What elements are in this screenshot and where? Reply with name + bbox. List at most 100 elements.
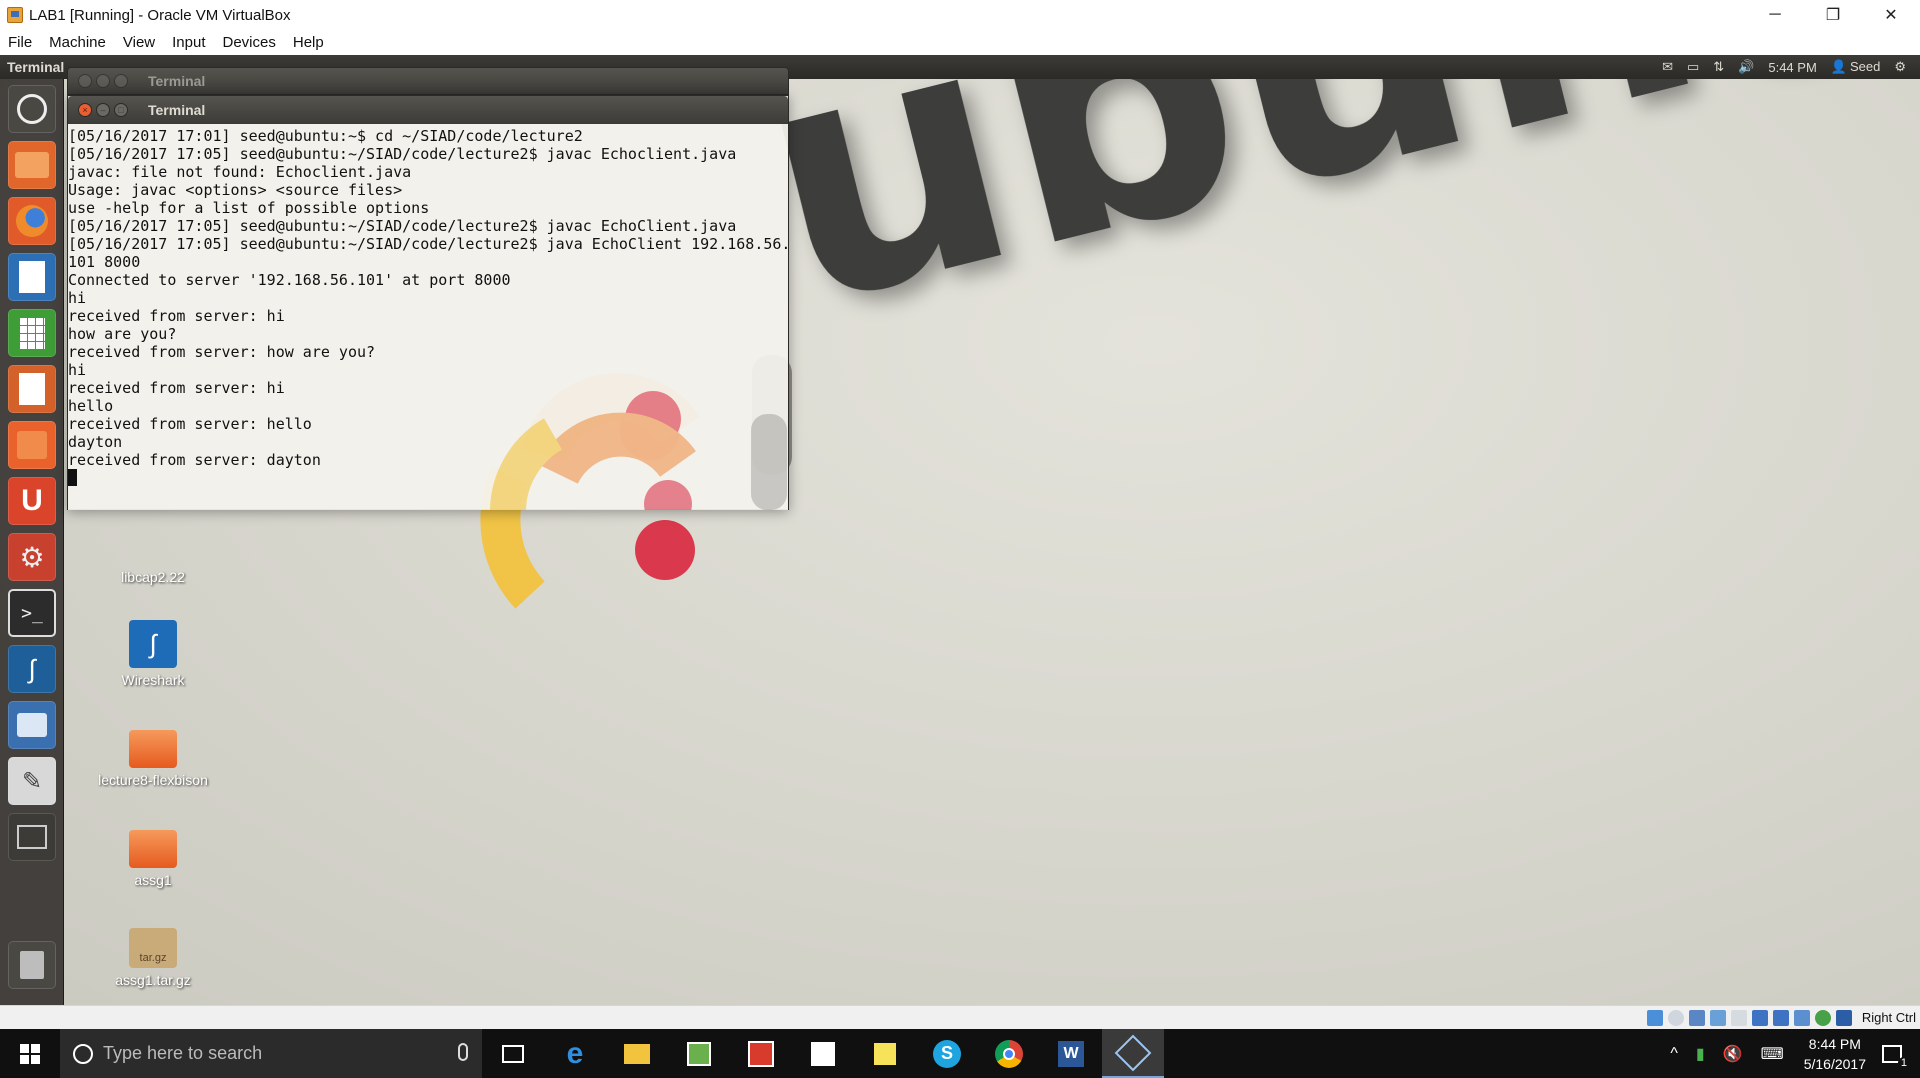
settings-gear-icon[interactable]: ⚙ bbox=[1894, 59, 1906, 75]
terminal-window[interactable]: × – □ Terminal [05/16/2017 17:01] seed@u… bbox=[67, 95, 789, 510]
close-window-icon[interactable]: × bbox=[78, 103, 92, 117]
menu-view[interactable]: View bbox=[123, 34, 155, 51]
cortana-icon bbox=[73, 1043, 93, 1064]
start-button[interactable] bbox=[0, 1029, 60, 1078]
window-buttons bbox=[78, 74, 132, 88]
terminal-output[interactable]: [05/16/2017 17:01] seed@ubuntu:~$ cd ~/S… bbox=[68, 124, 788, 510]
sticky-note-icon bbox=[874, 1042, 896, 1065]
minimize-window-icon[interactable]: – bbox=[96, 103, 110, 117]
calc-launcher-icon[interactable] bbox=[8, 309, 56, 357]
chevron-up-icon[interactable]: ^ bbox=[1670, 1045, 1678, 1063]
taskbar-word[interactable]: W bbox=[1040, 1029, 1102, 1078]
close-window-icon[interactable] bbox=[78, 74, 92, 88]
mouse-integration-icon[interactable] bbox=[1814, 1009, 1831, 1026]
terminal-line: dayton bbox=[68, 433, 123, 451]
terminal-title-bar[interactable]: × – □ Terminal bbox=[68, 96, 788, 124]
audio-icon[interactable] bbox=[1667, 1009, 1684, 1026]
screenshot-launcher-icon[interactable] bbox=[8, 701, 56, 749]
keyboard-capture-icon[interactable] bbox=[1835, 1009, 1852, 1026]
window-title: LAB1 [Running] - Oracle VM VirtualBox bbox=[29, 6, 291, 24]
desktop-icon-label: libcap2.22 bbox=[121, 569, 185, 585]
ubuntu-one-launcher-icon[interactable]: U bbox=[8, 477, 56, 525]
windows-taskbar: Type here to search e S W ^ ▮ 🔇 ⌨ 8:44 P… bbox=[0, 1029, 1920, 1078]
taskbar-search-box[interactable]: Type here to search bbox=[60, 1029, 482, 1078]
virtualbox-menubar: File Machine View Input Devices Help bbox=[0, 30, 1920, 55]
cpu-icon[interactable] bbox=[1793, 1009, 1810, 1026]
store-icon bbox=[811, 1041, 835, 1066]
maximize-window-icon[interactable]: □ bbox=[114, 103, 128, 117]
terminal-line: use -help for a list of possible options bbox=[68, 199, 430, 217]
desktop-icon-libcap[interactable]: libcap2.22 bbox=[88, 565, 218, 585]
minimize-window-icon[interactable] bbox=[96, 74, 110, 88]
taskbar-file-explorer[interactable] bbox=[606, 1029, 668, 1078]
menu-input[interactable]: Input bbox=[172, 34, 205, 51]
files-launcher-icon[interactable] bbox=[8, 141, 56, 189]
minimize-button[interactable]: ─ bbox=[1746, 0, 1804, 30]
action-center-button[interactable]: 1 bbox=[1882, 1044, 1910, 1069]
user-indicator[interactable]: 👤 Seed bbox=[1831, 59, 1881, 75]
wireshark-launcher-icon[interactable]: ∫ bbox=[8, 645, 56, 693]
trash-launcher-icon[interactable] bbox=[8, 941, 56, 989]
taskbar-image-app[interactable] bbox=[668, 1029, 730, 1078]
taskbar-edge[interactable]: e bbox=[544, 1029, 606, 1078]
desktop-icon-assg1-tar[interactable]: tar.gz assg1.tar.gz bbox=[88, 920, 218, 988]
terminal-window-background[interactable]: Terminal bbox=[67, 67, 789, 95]
firefox-launcher-icon[interactable] bbox=[8, 197, 56, 245]
menu-file[interactable]: File bbox=[8, 34, 32, 51]
terminal-line: 101 8000 bbox=[68, 253, 141, 271]
network-icon[interactable]: ⇅ bbox=[1713, 59, 1724, 75]
terminal-line: [05/16/2017 17:05] seed@ubuntu:~/SIAD/co… bbox=[68, 235, 788, 253]
menu-devices[interactable]: Devices bbox=[223, 34, 276, 51]
dash-home-button[interactable] bbox=[8, 85, 56, 133]
guest-display[interactable]: ubuntu Terminal ✉ ▭ ⇅ 🔊 5:44 PM 👤Seed ⚙ bbox=[0, 55, 1920, 1005]
topbar-clock[interactable]: 5:44 PM bbox=[1768, 60, 1816, 75]
video-capture-icon[interactable] bbox=[1772, 1009, 1789, 1026]
terminal-launcher-icon[interactable]: >_ bbox=[8, 589, 56, 637]
desktop-icon-assg1[interactable]: assg1 bbox=[88, 820, 218, 888]
user-icon: 👤 bbox=[1830, 59, 1847, 74]
clock-time: 8:44 PM bbox=[1808, 1035, 1861, 1052]
close-button[interactable]: ✕ bbox=[1862, 0, 1920, 30]
optical-drive-icon[interactable] bbox=[1646, 1009, 1663, 1026]
microphone-icon[interactable] bbox=[458, 1043, 468, 1061]
usb-icon[interactable] bbox=[1709, 1009, 1726, 1026]
menu-machine[interactable]: Machine bbox=[49, 34, 106, 51]
restore-button[interactable]: ❐ bbox=[1804, 0, 1862, 30]
desktop-icon-lecture8[interactable]: lecture8-flexbison bbox=[88, 720, 218, 788]
battery-icon[interactable]: ▭ bbox=[1687, 59, 1699, 75]
menu-help[interactable]: Help bbox=[293, 34, 324, 51]
speaker-muted-icon[interactable]: 🔇 bbox=[1723, 1044, 1743, 1064]
camera-icon bbox=[17, 713, 47, 737]
maximize-window-icon[interactable] bbox=[114, 74, 128, 88]
desktop-icon-wireshark[interactable]: ∫ Wireshark bbox=[88, 620, 218, 688]
virtualbox-app-icon bbox=[7, 7, 23, 23]
mail-icon[interactable]: ✉ bbox=[1662, 59, 1673, 75]
host-key-label: Right Ctrl bbox=[1861, 1010, 1916, 1025]
terminal-line: received from server: how are you? bbox=[68, 343, 376, 361]
writer-launcher-icon[interactable] bbox=[8, 253, 56, 301]
text-editor-launcher-icon[interactable]: ✎ bbox=[8, 757, 56, 805]
display-icon[interactable] bbox=[1751, 1009, 1768, 1026]
taskbar-chrome[interactable] bbox=[978, 1029, 1040, 1078]
taskbar-acrobat[interactable] bbox=[730, 1029, 792, 1078]
system-settings-launcher-icon[interactable]: ⚙ bbox=[8, 533, 56, 581]
taskbar-sticky-notes[interactable] bbox=[854, 1029, 916, 1078]
terminal-line: hi bbox=[68, 289, 87, 307]
spreadsheet-icon bbox=[19, 317, 45, 349]
workspace-switcher-icon[interactable] bbox=[8, 813, 56, 861]
folder-icon bbox=[129, 830, 177, 868]
network-adapter-icon[interactable] bbox=[1688, 1009, 1705, 1026]
folder-icon bbox=[129, 730, 177, 768]
battery-charging-icon[interactable]: ▮ bbox=[1696, 1044, 1705, 1064]
software-center-launcher-icon[interactable] bbox=[8, 421, 56, 469]
taskbar-store[interactable] bbox=[792, 1029, 854, 1078]
keyboard-icon[interactable]: ⌨ bbox=[1761, 1044, 1784, 1064]
taskbar-virtualbox[interactable] bbox=[1102, 1029, 1164, 1078]
impress-launcher-icon[interactable] bbox=[8, 365, 56, 413]
task-view-button[interactable] bbox=[482, 1029, 544, 1078]
terminal-line: received from server: hi bbox=[68, 307, 285, 325]
taskbar-clock[interactable]: 8:44 PM 5/16/2017 bbox=[1804, 1034, 1866, 1074]
shared-folders-icon[interactable] bbox=[1730, 1009, 1747, 1026]
taskbar-skype[interactable]: S bbox=[916, 1029, 978, 1078]
volume-icon[interactable]: 🔊 bbox=[1738, 59, 1754, 75]
